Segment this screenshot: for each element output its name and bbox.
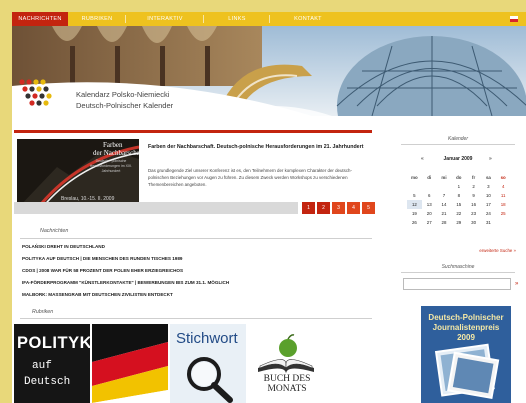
rubric-buch-des-monats[interactable]: BUCH DES MONATS xyxy=(248,324,324,403)
calendar-prev-button[interactable]: « xyxy=(421,156,424,162)
top-navigation: NACHRICHTEN RUBRIKEN INTERAKTIV LINKS KO… xyxy=(12,12,526,26)
calendar-day xyxy=(496,215,511,224)
polityka-line-2: auf xyxy=(32,360,52,372)
rubric-flag-tile[interactable] xyxy=(92,324,168,403)
divider xyxy=(401,144,515,145)
rubric-stichwort[interactable]: Stichwort xyxy=(170,324,246,403)
polish-flag-icon[interactable] xyxy=(510,16,518,22)
calendar-week-row: 19 20 21 22 23 24 25 xyxy=(407,202,511,216)
calendar-week-row: 5 6 7 8 9 10 11 xyxy=(407,184,511,198)
divider xyxy=(20,318,372,319)
calendar-day[interactable]: 26 xyxy=(407,218,422,227)
header-banner: Kalendarz Polsko-Niemiecki Deutsch-Polni… xyxy=(12,26,526,116)
flags-graphic-icon xyxy=(92,324,168,403)
news-section-label: Nachrichten xyxy=(40,228,69,234)
divider xyxy=(20,238,372,239)
rubrics-section-label: Rubriken xyxy=(32,309,54,315)
nav-item-nachrichten[interactable]: NACHRICHTEN xyxy=(12,12,68,26)
feature-image-subtitle: Deutsch - polnische Herausforderungen im… xyxy=(89,159,133,173)
search-title: Suchmaschine xyxy=(441,264,475,270)
nav-item-rubriken[interactable]: RUBRIKEN xyxy=(68,12,126,26)
news-item[interactable]: MALBORK: MASSENGRAB MIT DEUTSCHEN ZIVILI… xyxy=(22,292,173,297)
calendar-month: Januar 2009 xyxy=(443,156,473,162)
page: NACHRICHTEN RUBRIKEN INTERAKTIV LINKS KO… xyxy=(12,12,526,403)
calendar-grid: mo di mi do fr sa so 1234 5 6 7 8 9 10 11 12 13 14 15 16… xyxy=(407,166,511,225)
slide-page-4[interactable]: 4 xyxy=(347,202,360,214)
calendar-next-button[interactable]: » xyxy=(489,156,492,162)
slider-bar xyxy=(14,202,298,214)
site-logo[interactable]: Kalendarz Polsko-Niemiecki Deutsch-Polni… xyxy=(18,78,228,116)
calendar-week-row: 1234 xyxy=(407,175,511,189)
calendar-week-row: 26 27 28 29 30 31 xyxy=(407,211,511,225)
feature-image-title-1: Farben xyxy=(103,141,123,149)
divider xyxy=(401,272,515,273)
journalistenpreis-banner[interactable]: Deutsch-Polnischer Journalistenpreis 2009 xyxy=(421,306,511,403)
logo-dots-icon xyxy=(19,79,52,106)
calendar-day[interactable]: 28 xyxy=(437,218,452,227)
nav-item-kontakt[interactable]: KONTAKT xyxy=(270,12,346,26)
buch-des-monats-title: BUCH DES MONATS xyxy=(263,374,311,394)
calendar-day[interactable]: 30 xyxy=(466,218,481,227)
polityka-title: POLITYKA xyxy=(17,334,90,352)
nav-item-links[interactable]: LINKS xyxy=(204,12,270,26)
slide-page-1[interactable]: 1 xyxy=(302,202,315,214)
feature-image-title-2: der Nachbarschaft xyxy=(93,149,139,157)
award-photos-icon xyxy=(434,343,500,400)
search-input[interactable] xyxy=(403,278,511,290)
calendar-day[interactable]: 27 xyxy=(422,218,437,227)
news-item[interactable]: IFA-FÖRDERPROGRAMM "KÜNSTLERKONTAKTE" | … xyxy=(22,280,229,285)
news-item[interactable]: POLAŃSKI DREHT IN DEUTSCHLAND xyxy=(22,244,105,249)
news-item[interactable]: POLITYKA AUF DEUTSCH | DIE MENSCHEN DES … xyxy=(22,256,182,261)
calendar-day[interactable]: 31 xyxy=(481,218,496,227)
calendar-day[interactable]: 29 xyxy=(451,218,466,227)
logo-text-polish: Kalendarz Polsko-Niemiecki xyxy=(76,90,170,99)
nav-item-interaktiv[interactable]: INTERAKTIV xyxy=(126,12,204,26)
magnifier-icon xyxy=(187,357,233,403)
feature-text: Das grundlegende Ziel unserer Konferenz … xyxy=(148,168,352,187)
calendar-week-row: 12 13 14 15 16 17 18 xyxy=(407,193,511,209)
calendar-title: Kalender xyxy=(447,136,468,142)
rubric-polityka-auf-deutsch[interactable]: POLITYKA auf Deutsch xyxy=(14,324,90,403)
right-sidebar: Kalender Januar 2009 « » mo di mi do fr sa so … xyxy=(401,130,526,403)
calendar-weekday-row: mo di mi do fr sa so xyxy=(407,166,511,180)
news-item[interactable]: CDOS | 2008 WAR FÜR 58 PROZENT DER POLEN… xyxy=(22,268,183,273)
polityka-line-3: Deutsch xyxy=(24,376,71,388)
feature-image[interactable]: Farben der Nachbarschaft Deutsch - polni… xyxy=(17,139,139,209)
search-submit-button[interactable]: » xyxy=(515,281,518,287)
extended-search-link[interactable]: erweiterte Suche » xyxy=(479,248,516,253)
slide-page-5[interactable]: 5 xyxy=(362,202,375,214)
logo-text-german: Deutsch-Polnischer Kalender xyxy=(76,101,174,110)
slide-page-3[interactable]: 3 xyxy=(332,202,345,214)
slide-page-2[interactable]: 2 xyxy=(317,202,330,214)
feature-heading[interactable]: Farben der Nachbarschaft. Deutsch-polnis… xyxy=(148,143,368,151)
